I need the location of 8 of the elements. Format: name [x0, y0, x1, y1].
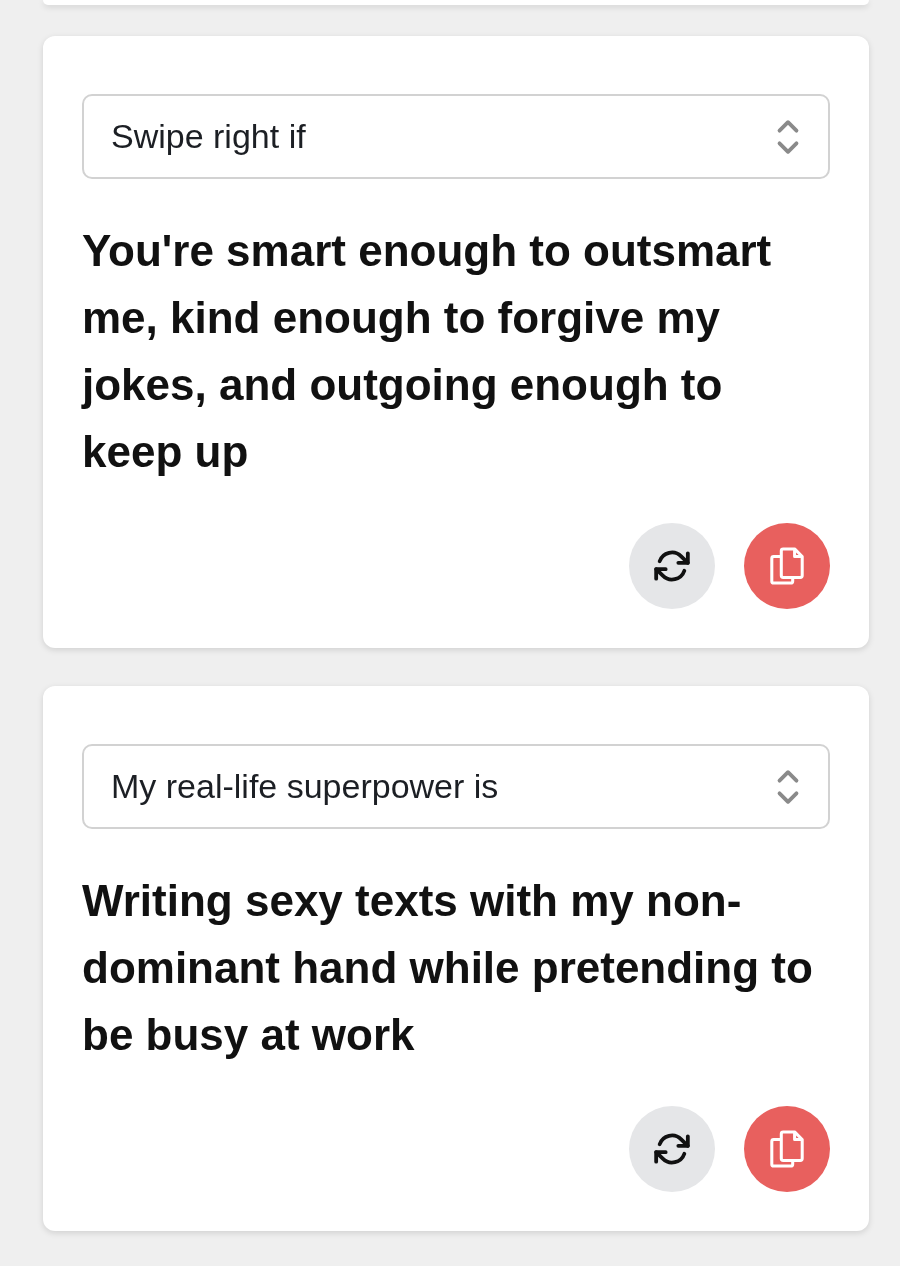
answer-text: You're smart enough to outsmart me, kind enough to forgive my jokes, and outgoing enough to keep up — [82, 225, 773, 478]
answer-text: Writing sexy texts with my non-dominant hand while pretending to be busy at work — [82, 875, 814, 1061]
prompt-select[interactable]: Swipe right if — [82, 94, 830, 179]
chevron-up-down-icon — [775, 118, 801, 155]
chevron-up-down-icon — [775, 768, 801, 805]
copy-icon — [768, 547, 806, 585]
prompt-select[interactable]: My real-life superpower is — [82, 744, 830, 829]
copy-icon — [768, 1130, 806, 1168]
